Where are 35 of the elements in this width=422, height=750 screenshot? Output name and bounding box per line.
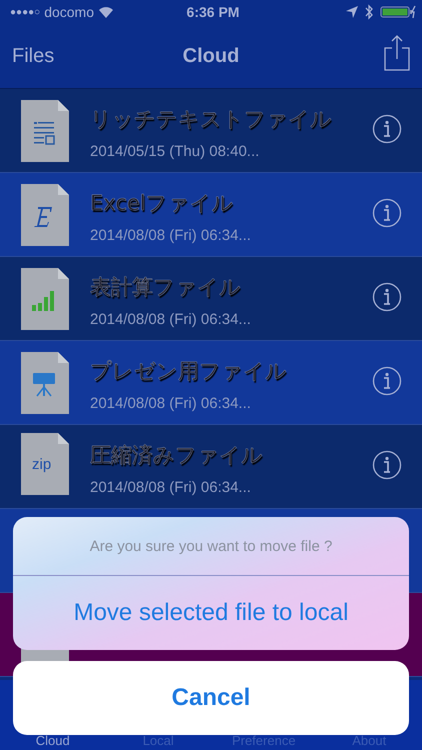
file-name: 圧縮済みファイル <box>90 442 264 469</box>
info-icon <box>372 282 402 312</box>
tab[interactable]: Cloud <box>0 733 106 748</box>
carrier-name: docomo <box>44 4 94 20</box>
location-icon <box>346 6 358 18</box>
file-row[interactable]: Excelファイル 2014/08/08 (Fri) 06:34... <box>0 173 422 257</box>
nav-title: Cloud <box>182 44 240 66</box>
file-row[interactable]: リッチテキストファイル 2014/05/15 (Thu) 08:40... <box>0 89 422 173</box>
file-name: プレゼン用ファイル <box>90 358 288 385</box>
file-name: Excelファイル <box>90 190 235 217</box>
move-button[interactable]: Move selected file to local <box>13 576 409 650</box>
cancel-button[interactable]: Cancel <box>13 661 409 735</box>
signal-dots: ●●●●○ <box>10 6 40 18</box>
file-row[interactable]: プレゼン用ファイル 2014/08/08 (Fri) 06:34... <box>0 341 422 425</box>
clock: 6:36 PM <box>186 4 240 20</box>
battery-icon <box>380 5 416 19</box>
file-date: 2014/08/08 (Fri) 06:34... <box>90 311 252 328</box>
file-date: 2014/08/08 (Fri) 06:34... <box>90 227 252 244</box>
file-name: リッチテキストファイル <box>90 106 333 133</box>
wifi-icon <box>98 6 114 18</box>
info-icon <box>372 114 402 144</box>
info-icon <box>372 450 402 480</box>
zip-label: zip <box>32 456 52 473</box>
file-row[interactable]: 表計算ファイル 2014/08/08 (Fri) 06:34... <box>0 257 422 341</box>
info-icon <box>372 366 402 396</box>
file-row[interactable]: zip 圧縮済みファイル 2014/08/08 (Fri) 06:34... <box>0 425 422 509</box>
file-date: 2014/08/08 (Fri) 06:34... <box>90 479 252 496</box>
file-name: 表計算ファイル <box>90 274 242 301</box>
back-button[interactable]: Files <box>12 44 54 68</box>
share-icon <box>384 35 410 71</box>
bluetooth-icon <box>364 4 374 20</box>
info-icon <box>372 198 402 228</box>
file-date: 2014/08/08 (Fri) 06:34... <box>90 395 252 412</box>
sheet-message: Are you sure you want to move file ? <box>90 538 332 554</box>
file-date: 2014/05/15 (Thu) 08:40... <box>90 143 260 160</box>
